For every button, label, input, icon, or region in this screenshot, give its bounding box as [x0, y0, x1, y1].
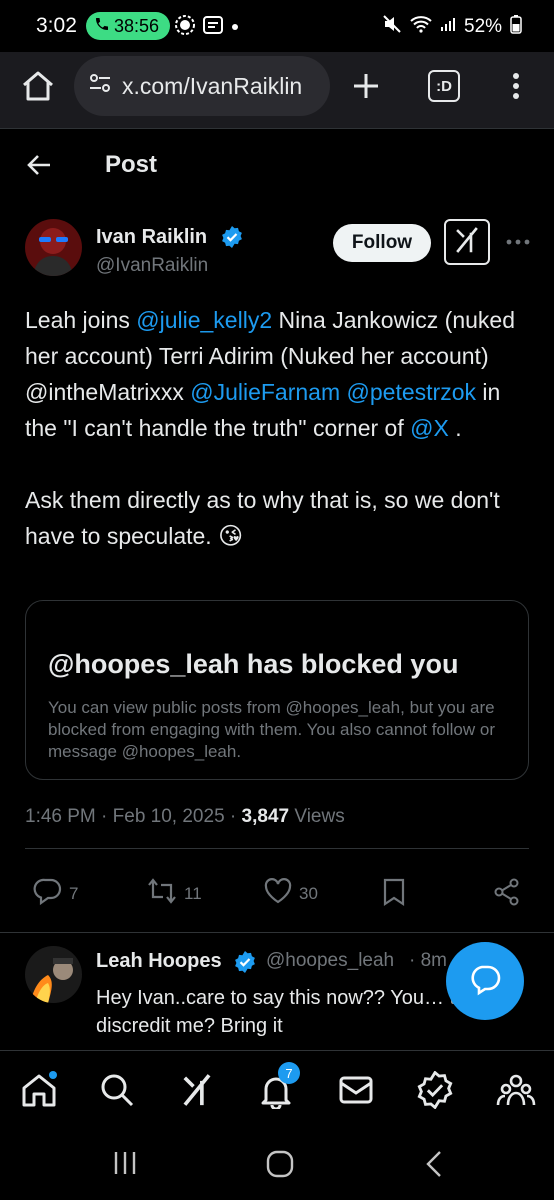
battery-icon — [510, 14, 522, 40]
wifi-icon — [410, 15, 432, 39]
address-bar[interactable]: x.com/IvanRaiklin — [74, 56, 330, 116]
cell-signal-icon — [440, 16, 456, 38]
reply-time: · 8m — [409, 950, 448, 971]
repost-count: 11 — [184, 883, 202, 903]
call-duration: 38:56 — [114, 15, 160, 36]
heart-icon — [263, 876, 293, 911]
bottom-nav: 7 — [0, 1050, 554, 1129]
tab-switcher-button[interactable]: :D — [428, 70, 460, 102]
actions-divider — [0, 932, 554, 933]
battery-percent: 52% — [464, 16, 503, 37]
like-count: 30 — [299, 883, 318, 903]
notification-icons — [174, 14, 240, 41]
new-tab-icon[interactable] — [350, 70, 382, 107]
kiss-emoji: 😘 — [218, 523, 244, 550]
notifications-badge: 7 — [278, 1062, 300, 1084]
mention-link[interactable]: @X — [410, 415, 449, 441]
follow-label: Follow — [351, 232, 413, 253]
post-text-para2: Ask them directly as to why that is, so … — [25, 487, 500, 549]
reply-button[interactable]: 7 — [33, 876, 78, 911]
reply-author-name[interactable]: Leah Hoopes — [96, 950, 222, 973]
home-icon[interactable] — [20, 68, 56, 109]
like-button[interactable]: 30 — [263, 876, 318, 911]
messages-mail-icon[interactable] — [338, 1075, 374, 1110]
back-nav-icon[interactable] — [424, 1150, 444, 1183]
repost-button[interactable]: 11 — [146, 876, 202, 911]
toolbar-divider — [0, 128, 554, 129]
post-text: Leah joins @julie_kelly2 Nina Jankowicz … — [25, 302, 530, 555]
blocked-card-body: You can view public posts from @hoopes_l… — [48, 698, 495, 761]
reply-avatar[interactable] — [25, 946, 82, 1003]
bookmark-icon[interactable] — [381, 877, 407, 912]
blocked-card: @hoopes_leah has blocked you You can vie… — [25, 600, 529, 780]
reply-author-handle[interactable]: @hoopes_leah — [266, 950, 394, 972]
repost-icon — [146, 876, 178, 911]
compose-fab[interactable] — [446, 942, 524, 1020]
blocked-card-title: @hoopes_leah has blocked you — [48, 649, 459, 679]
chat-bubble-icon — [468, 962, 502, 1001]
site-settings-icon[interactable] — [88, 71, 112, 101]
views-count: 3,847 — [241, 806, 290, 827]
follow-button[interactable]: Follow — [333, 224, 431, 262]
status-time: 3:02 — [36, 14, 77, 37]
author-handle[interactable]: @IvanRaiklin — [96, 255, 208, 277]
url-text: x.com/IvanRaiklin — [122, 72, 303, 99]
post-meta: 1:46 PM · Feb 10, 2025 · 3,847 Views — [25, 806, 345, 827]
dot-icon — [230, 19, 240, 37]
search-icon[interactable] — [100, 1073, 134, 1112]
reply-text[interactable]: Hey Ivan..care to say this now?? You… to… — [96, 984, 476, 1040]
phone-icon — [94, 16, 110, 37]
views-label: Views — [294, 806, 345, 827]
home-button-icon[interactable] — [266, 1150, 294, 1183]
mute-icon — [382, 14, 402, 40]
grok-nav-icon[interactable] — [180, 1073, 214, 1112]
mention-link[interactable]: @petestrzok — [347, 379, 476, 405]
mention-link[interactable]: @JulieFarnam — [190, 379, 340, 405]
status-bar: 3:02 38:56 52% — [0, 0, 554, 52]
more-options-icon[interactable] — [505, 234, 531, 252]
reply-time-text: 8m — [420, 950, 448, 971]
premium-verified-icon[interactable] — [416, 1070, 454, 1114]
post-date[interactable]: Feb 10, 2025 — [113, 806, 225, 827]
tab-switcher-label: :D — [436, 77, 452, 95]
verified-badge-icon — [220, 225, 244, 254]
reply-icon — [33, 876, 63, 911]
message-app-icon — [202, 14, 224, 41]
reply-count: 7 — [69, 883, 79, 903]
post-text-segment: . — [448, 415, 462, 441]
page-title: Post — [105, 151, 158, 178]
grok-button[interactable] — [444, 219, 490, 265]
signal-app-icon — [174, 14, 196, 41]
author-name[interactable]: Ivan Raiklin — [96, 226, 207, 249]
system-nav-bar — [0, 1128, 554, 1200]
recent-apps-icon[interactable] — [112, 1150, 138, 1181]
post-text-segment: Leah joins — [25, 307, 137, 333]
back-arrow-icon[interactable] — [26, 152, 52, 183]
reply-verified-badge-icon — [233, 950, 257, 979]
grok-icon — [453, 226, 481, 259]
system-status-icons: 52% — [382, 14, 522, 40]
meta-divider — [25, 848, 529, 849]
communities-icon[interactable] — [496, 1073, 536, 1112]
more-vert-icon[interactable] — [508, 70, 524, 107]
home-nav-icon[interactable] — [20, 1071, 58, 1114]
avatar[interactable] — [25, 219, 82, 276]
share-icon[interactable] — [492, 877, 522, 912]
call-indicator[interactable]: 38:56 — [86, 12, 170, 40]
post-time[interactable]: 1:46 PM — [25, 806, 96, 827]
mention-link[interactable]: @julie_kelly2 — [136, 307, 272, 333]
